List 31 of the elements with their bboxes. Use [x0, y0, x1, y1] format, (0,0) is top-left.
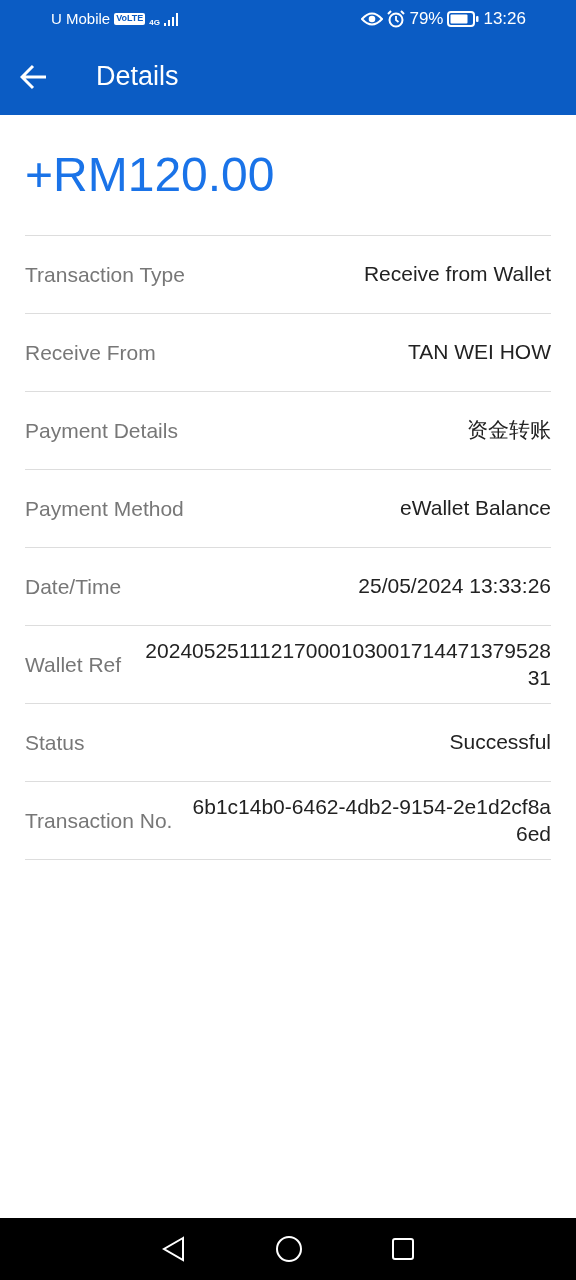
detail-label: Transaction No.	[25, 807, 173, 834]
battery-percent: 79%	[409, 8, 444, 31]
back-nav-button[interactable]	[161, 1236, 187, 1262]
signal-icon	[164, 12, 181, 26]
detail-value: Successful	[449, 729, 551, 756]
recents-nav-button[interactable]	[391, 1236, 415, 1262]
detail-value: TAN WEI HOW	[407, 339, 551, 366]
detail-label: Status	[25, 729, 85, 756]
home-nav-button[interactable]	[275, 1235, 303, 1263]
detail-value: 2024052511121700010300171447137952831	[144, 638, 551, 691]
alarm-icon	[387, 10, 406, 28]
detail-label: Payment Details	[25, 417, 178, 444]
detail-label: Payment Method	[25, 495, 184, 522]
amount: +RM120.00	[24, 147, 276, 203]
detail-value: 25/05/2024 13:33:26	[358, 573, 551, 600]
page-title: Details	[96, 60, 179, 94]
detail-value: 资金转账	[467, 417, 551, 444]
detail-value: eWallet Balance	[400, 495, 551, 522]
eye-icon	[361, 12, 384, 26]
battery-icon	[447, 11, 480, 27]
detail-label: Transaction Type	[25, 261, 185, 288]
detail-value: Receive from Wallet	[363, 261, 551, 288]
clock-time: 13:26	[483, 8, 526, 31]
detail-label: Receive From	[25, 339, 156, 366]
detail-value: 6b1c14b0-6462-4db2-9154-2e1d2cf8a6ed	[191, 794, 551, 847]
network-type: 4G	[149, 18, 161, 27]
back-button[interactable]	[20, 63, 48, 90]
detail-label: Wallet Ref	[25, 651, 122, 678]
detail-label: Date/Time	[25, 573, 122, 600]
carrier-name: U Mobile	[51, 8, 111, 29]
volte-badge: VoLTE	[114, 13, 146, 25]
